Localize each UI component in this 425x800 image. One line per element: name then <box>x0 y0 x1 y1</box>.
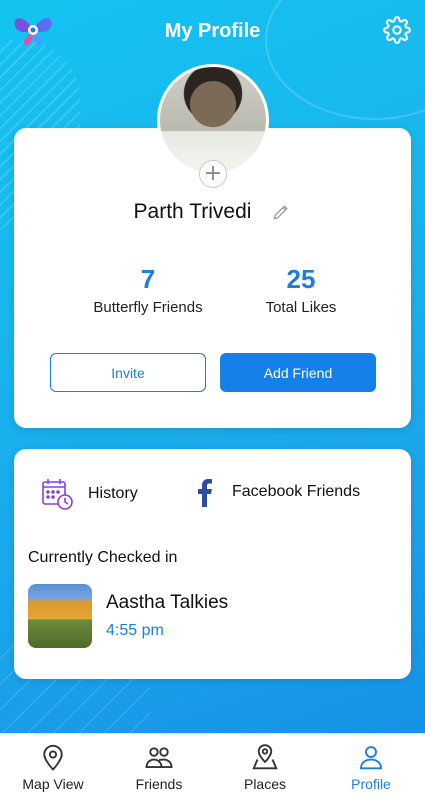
activity-card: History Facebook Friends Currently Check… <box>14 449 411 679</box>
checked-in-place[interactable]: Aastha Talkies 4:55 pm <box>28 584 228 648</box>
stat-butterfly-friends[interactable]: 7 Butterfly Friends <box>63 264 233 316</box>
places-icon <box>252 744 278 770</box>
stat-value: 25 <box>286 264 316 294</box>
nav-label: Friends <box>135 776 183 792</box>
checkin-time: 4:55 pm <box>106 622 164 639</box>
nav-map-view[interactable]: Map View <box>3 742 103 792</box>
header: My Profile <box>0 0 425 62</box>
gear-icon[interactable] <box>383 16 411 44</box>
stat-total-likes[interactable]: 25 Total Likes <box>216 264 386 316</box>
bottom-nav: Map View Friends Places Profile <box>0 733 425 800</box>
nav-friends[interactable]: Friends <box>109 742 209 792</box>
nav-profile[interactable]: Profile <box>321 742 421 792</box>
add-photo-icon[interactable]: + <box>199 160 227 188</box>
links-row: History Facebook Friends <box>14 477 411 515</box>
edit-pencil-icon[interactable] <box>271 202 291 222</box>
profile-icon <box>360 746 382 770</box>
checked-in-title: Currently Checked in <box>28 549 178 566</box>
stat-label: Total Likes <box>265 299 337 316</box>
place-info: Aastha Talkies 4:55 pm <box>106 592 228 640</box>
invite-button[interactable]: Invite <box>50 353 206 392</box>
place-thumbnail <box>28 584 92 648</box>
nav-label: Map View <box>22 776 84 792</box>
place-name: Aastha Talkies <box>106 592 229 613</box>
add-friend-button[interactable]: Add Friend <box>220 353 376 392</box>
stat-value: 7 <box>140 264 156 294</box>
location-pin-icon <box>43 744 63 771</box>
butterfly-logo-icon <box>14 18 52 45</box>
facebook-friends-link[interactable]: Facebook Friends <box>194 477 360 507</box>
nav-label: Places <box>243 776 287 792</box>
name-row: Parth Trivedi <box>14 200 411 224</box>
history-label: History <box>88 485 138 502</box>
friends-icon <box>145 747 173 768</box>
profile-name: Parth Trivedi <box>133 200 252 223</box>
history-link[interactable]: History <box>40 477 138 511</box>
avatar-container: + <box>157 64 269 188</box>
facebook-friends-label: Facebook Friends <box>232 483 361 500</box>
page-title: My Profile <box>164 19 261 42</box>
calendar-clock-icon <box>42 479 73 510</box>
nav-places[interactable]: Places <box>215 742 315 792</box>
nav-label: Profile <box>351 776 391 792</box>
facebook-icon <box>198 479 212 507</box>
stat-label: Butterfly Friends <box>93 299 203 316</box>
